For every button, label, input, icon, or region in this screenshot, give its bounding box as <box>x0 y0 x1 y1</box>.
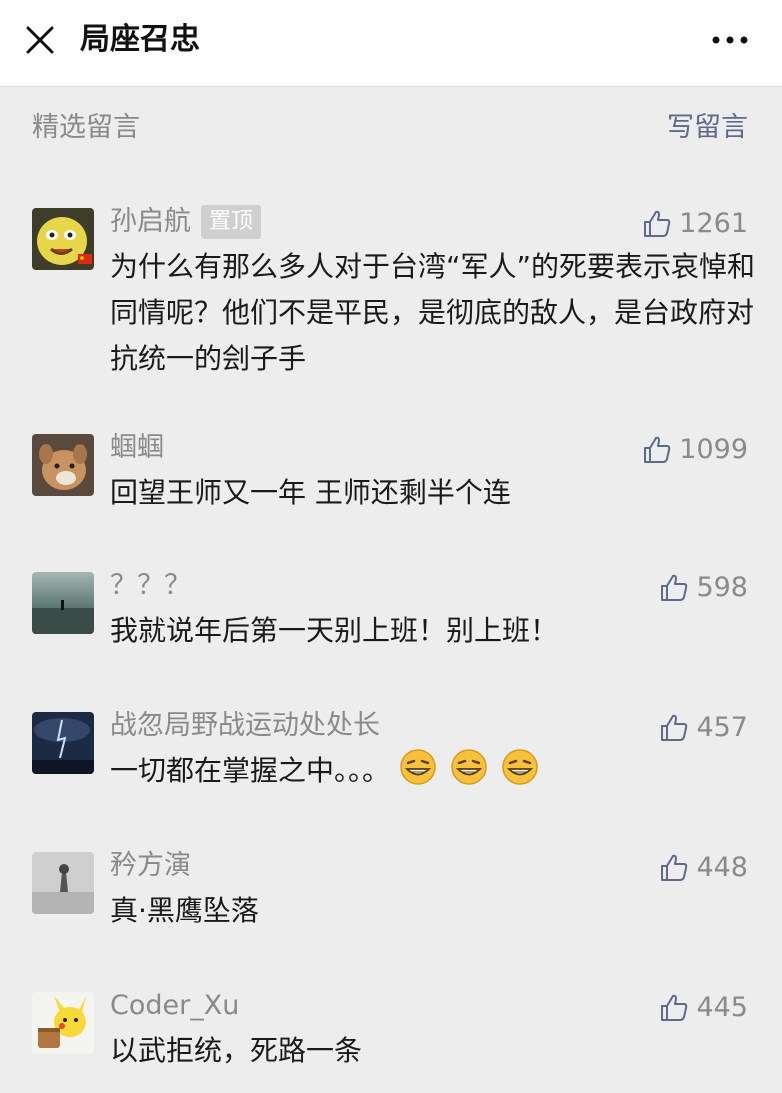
write-comment-link[interactable]: 写留言 <box>667 110 748 146</box>
pinned-badge: 置顶 <box>201 205 262 239</box>
thumbs-up-icon <box>644 436 671 463</box>
thumbs-up-icon <box>661 714 688 741</box>
nick-row: ？？？ <box>110 566 191 606</box>
like-count: 1261 <box>679 208 748 239</box>
comment-item: ？？？ 598 我就说年后第一天别上班！别上班！ <box>0 570 782 672</box>
section-header: 精选留言 写留言 <box>0 100 782 156</box>
landscape-photo-avatar <box>32 572 94 634</box>
avatar[interactable] <box>32 434 94 496</box>
avatar[interactable] <box>32 572 94 634</box>
more-horizontal-icon <box>712 36 748 44</box>
comment-item: Coder_Xu 445 以武拒统，死路一条 <box>0 990 782 1092</box>
grinning-emoji-icon <box>400 749 436 785</box>
page-title: 局座召忠 <box>80 22 200 57</box>
comment-author[interactable]: ？？？ <box>110 568 191 604</box>
comment-item: 蝈蝈 1099 回望王师又一年 王师还剩半个连 <box>0 432 782 534</box>
like-count: 598 <box>696 572 748 603</box>
nick-row: 矜方演 <box>110 846 191 886</box>
thumbs-up-icon <box>661 574 688 601</box>
top-bar: 局座召忠 <box>0 0 782 87</box>
close-button[interactable] <box>22 22 58 58</box>
pikachu-avatar <box>32 992 94 1054</box>
avatar[interactable] <box>32 852 94 914</box>
thumbs-up-icon <box>661 994 688 1021</box>
comment-text: 我就说年后第一天别上班！别上班！ <box>110 614 559 647</box>
close-icon <box>26 26 54 54</box>
dog-photo-avatar <box>32 434 94 496</box>
comment-text: 真·黑鹰坠落 <box>110 894 259 927</box>
comment-item: 孙启航 置顶 1261 为什么有那么多人对于台湾“军人”的死要表示哀悼和同情呢？… <box>0 205 782 388</box>
comment-author[interactable]: 战忽局野战运动处处长 <box>110 708 380 744</box>
comment-author[interactable]: 矜方演 <box>110 848 191 884</box>
like-button[interactable]: 448 <box>658 848 748 888</box>
comment-item: 战忽局野战运动处处长 457 一切都在掌握之中。。。 <box>0 710 782 812</box>
more-button[interactable] <box>708 28 752 52</box>
comment-text: 为什么有那么多人对于台湾“军人”的死要表示哀悼和同情呢？他们不是平民，是彻底的敌… <box>110 250 756 375</box>
nick-row: 蝈蝈 <box>110 428 164 468</box>
yellow-cartoon-avatar <box>32 208 94 270</box>
like-count: 457 <box>696 712 748 743</box>
comment-text: 回望王师又一年 王师还剩半个连 <box>110 476 511 509</box>
grinning-emoji-icon <box>501 749 538 785</box>
like-button[interactable]: 1099 <box>641 430 748 470</box>
comment-text: 一切都在掌握之中。。。 <box>110 748 760 794</box>
like-button[interactable]: 1261 <box>641 204 748 244</box>
avatar[interactable] <box>32 992 94 1054</box>
comment-author[interactable]: 蝈蝈 <box>110 430 164 466</box>
like-count: 445 <box>696 992 748 1023</box>
nick-row: 孙启航 置顶 <box>110 202 262 242</box>
comment-author[interactable]: 孙启航 <box>110 204 191 240</box>
avatar[interactable] <box>32 208 94 270</box>
comment-author[interactable]: Coder_Xu <box>110 988 239 1024</box>
grinning-emoji-icon <box>451 749 487 785</box>
grey-photo-avatar <box>32 852 94 914</box>
like-button[interactable]: 598 <box>658 568 748 608</box>
featured-comments-label: 精选留言 <box>32 112 140 143</box>
nick-row: Coder_Xu <box>110 986 239 1026</box>
like-count: 448 <box>696 852 748 883</box>
avatar[interactable] <box>32 712 94 774</box>
like-count: 1099 <box>679 434 748 465</box>
thumbs-up-icon <box>644 210 671 237</box>
comment-text: 以武拒统，死路一条 <box>110 1034 363 1067</box>
like-button[interactable]: 445 <box>658 988 748 1028</box>
comment-item: 矜方演 448 真·黑鹰坠落 <box>0 850 782 952</box>
thumbs-up-icon <box>661 854 688 881</box>
nick-row: 战忽局野战运动处处长 <box>110 706 380 746</box>
like-button[interactable]: 457 <box>658 708 748 748</box>
night-storm-avatar <box>32 712 94 774</box>
comment-text-content: 一切都在掌握之中。。。 <box>110 754 391 787</box>
